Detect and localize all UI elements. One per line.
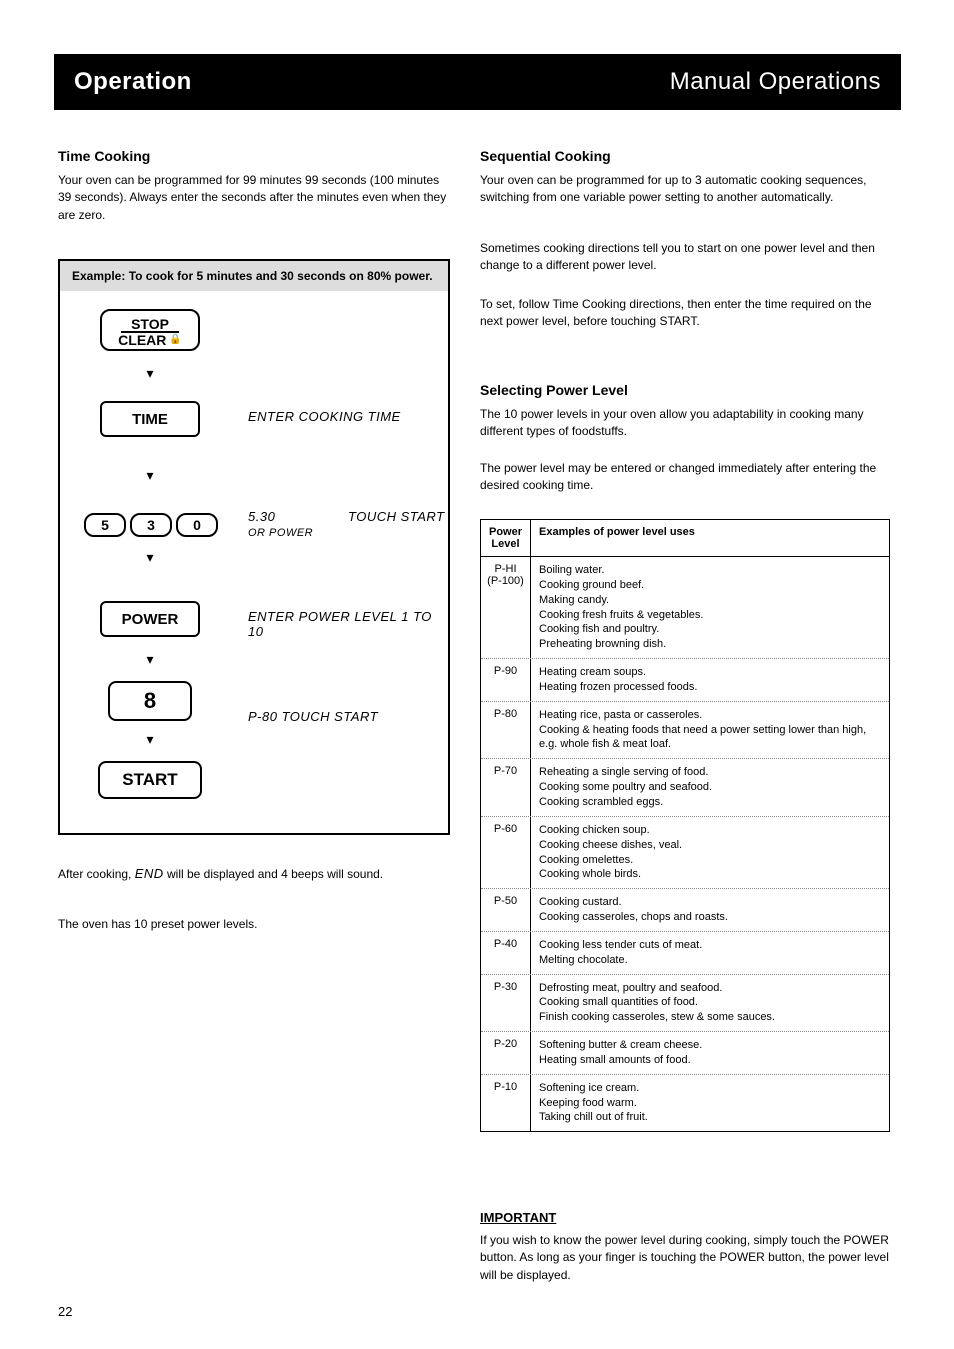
power-button[interactable]: POWER [100, 601, 200, 637]
example-body: STOP CLEAR 🔒 ▾ TIME ENTER COOKING TIME ▾… [60, 291, 448, 821]
page-number: 22 [58, 1304, 72, 1319]
cell-level: P-20 [481, 1032, 531, 1074]
section-title: Time Cooking [58, 148, 150, 164]
sequential-body-b: Sometimes cooking directions tell you to… [480, 240, 890, 275]
table-row: P-30Defrosting meat, poultry and seafood… [481, 974, 889, 1032]
arrow-down-icon: ▾ [140, 731, 160, 748]
cell-level: P-HI (P-100) [481, 557, 531, 658]
stop-label: STOP [121, 317, 179, 333]
warning-body: If you wish to know the power level duri… [480, 1232, 890, 1284]
selecting-body-a: The 10 power levels in your oven allow y… [480, 406, 890, 441]
power-label: POWER [122, 611, 179, 628]
after-p1c: will be displayed and 4 beeps will sound… [164, 867, 383, 881]
selecting-body-b: The power level may be entered or change… [480, 460, 890, 495]
cell-use: Cooking custard. Cooking casseroles, cho… [531, 889, 889, 931]
example-box: Example: To cook for 5 minutes and 30 se… [58, 259, 450, 835]
cell-use: Heating cream soups. Heating frozen proc… [531, 659, 889, 701]
digit-8-button[interactable]: 8 [108, 681, 192, 721]
cell-level: P-10 [481, 1075, 531, 1132]
after-cooking-text: After cooking, END will be displayed and… [58, 865, 450, 884]
time-label: TIME [132, 411, 168, 428]
stop-clear-button[interactable]: STOP CLEAR 🔒 [100, 309, 200, 351]
sequential-title: Sequential Cooking [480, 148, 611, 164]
arrow-down-icon: ▾ [140, 467, 160, 484]
display-touch-start: TOUCH START [348, 509, 445, 524]
cell-use: Softening butter & cream cheese. Heating… [531, 1032, 889, 1074]
clear-label: CLEAR [118, 333, 166, 347]
cell-level: P-50 [481, 889, 531, 931]
display-p80: P-80 TOUCH START [248, 709, 378, 724]
cell-use: Cooking chicken soup. Cooking cheese dis… [531, 817, 889, 888]
cell-level: P-80 [481, 702, 531, 759]
table-row: P-90Heating cream soups. Heating frozen … [481, 658, 889, 701]
digit-3-button[interactable]: 3 [130, 513, 172, 537]
table-row: P-20Softening butter & cream cheese. Hea… [481, 1031, 889, 1074]
digit-0-button[interactable]: 0 [176, 513, 218, 537]
arrow-down-icon: ▾ [140, 549, 160, 566]
digit-0-label: 0 [193, 517, 201, 533]
power-table: Power Level Examples of power level uses… [480, 519, 890, 1132]
cell-level: P-40 [481, 932, 531, 974]
table-row: P-HI (P-100)Boiling water. Cooking groun… [481, 556, 889, 658]
cell-use: Defrosting meat, poultry and seafood. Co… [531, 975, 889, 1032]
cell-level: P-30 [481, 975, 531, 1032]
table-row: P-40Cooking less tender cuts of meat. Me… [481, 931, 889, 974]
section-intro: Your oven can be programmed for 99 minut… [58, 172, 450, 224]
table-row: P-80Heating rice, pasta or casseroles. C… [481, 701, 889, 759]
cell-use: Reheating a single serving of food. Cook… [531, 759, 889, 816]
lock-icon: 🔒 [169, 335, 181, 345]
table-row: P-50Cooking custard. Cooking casseroles,… [481, 888, 889, 931]
header-left: Operation [74, 68, 192, 96]
th-use: Examples of power level uses [531, 520, 889, 556]
time-button[interactable]: TIME [100, 401, 200, 437]
display-530: 5.30 [248, 509, 275, 524]
start-label: START [122, 770, 177, 790]
display-enter-time: ENTER COOKING TIME [248, 409, 401, 424]
after-p1a: After cooking, [58, 867, 135, 881]
digit-5-label: 5 [101, 517, 109, 533]
cell-use: Boiling water. Cooking ground beef. Maki… [531, 557, 889, 658]
arrow-down-icon: ▾ [140, 651, 160, 668]
cell-use: Softening ice cream. Keeping food warm. … [531, 1075, 889, 1132]
digit-3-label: 3 [147, 517, 155, 533]
display-enter-power: ENTER POWER LEVEL 1 TO 10 [248, 609, 448, 639]
table-row: P-70Reheating a single serving of food. … [481, 758, 889, 816]
arrow-down-icon: ▾ [140, 365, 160, 382]
table-header: Power Level Examples of power level uses [481, 520, 889, 556]
sequential-body-c: To set, follow Time Cooking directions, … [480, 296, 890, 331]
cell-level: P-90 [481, 659, 531, 701]
example-header: Example: To cook for 5 minutes and 30 se… [60, 261, 448, 291]
selecting-title: Selecting Power Level [480, 382, 628, 398]
cell-use: Cooking less tender cuts of meat. Meltin… [531, 932, 889, 974]
table-row: P-10Softening ice cream. Keeping food wa… [481, 1074, 889, 1132]
display-or-power: OR POWER [248, 527, 313, 539]
end-display: END [135, 866, 164, 881]
table-row: P-60Cooking chicken soup. Cooking cheese… [481, 816, 889, 888]
warning-title: IMPORTANT [480, 1210, 556, 1225]
cell-level: P-60 [481, 817, 531, 888]
sequential-body-a: Your oven can be programmed for up to 3 … [480, 172, 890, 207]
cell-use: Heating rice, pasta or casseroles. Cooki… [531, 702, 889, 759]
header-bar: Operation Manual Operations [54, 54, 901, 110]
digit-5-button[interactable]: 5 [84, 513, 126, 537]
header-right: Manual Operations [670, 68, 881, 96]
cell-level: P-70 [481, 759, 531, 816]
start-button[interactable]: START [98, 761, 202, 799]
th-level: Power Level [481, 520, 531, 556]
preset-levels-text: The oven has 10 preset power levels. [58, 916, 450, 933]
digit-8-label: 8 [144, 688, 156, 714]
